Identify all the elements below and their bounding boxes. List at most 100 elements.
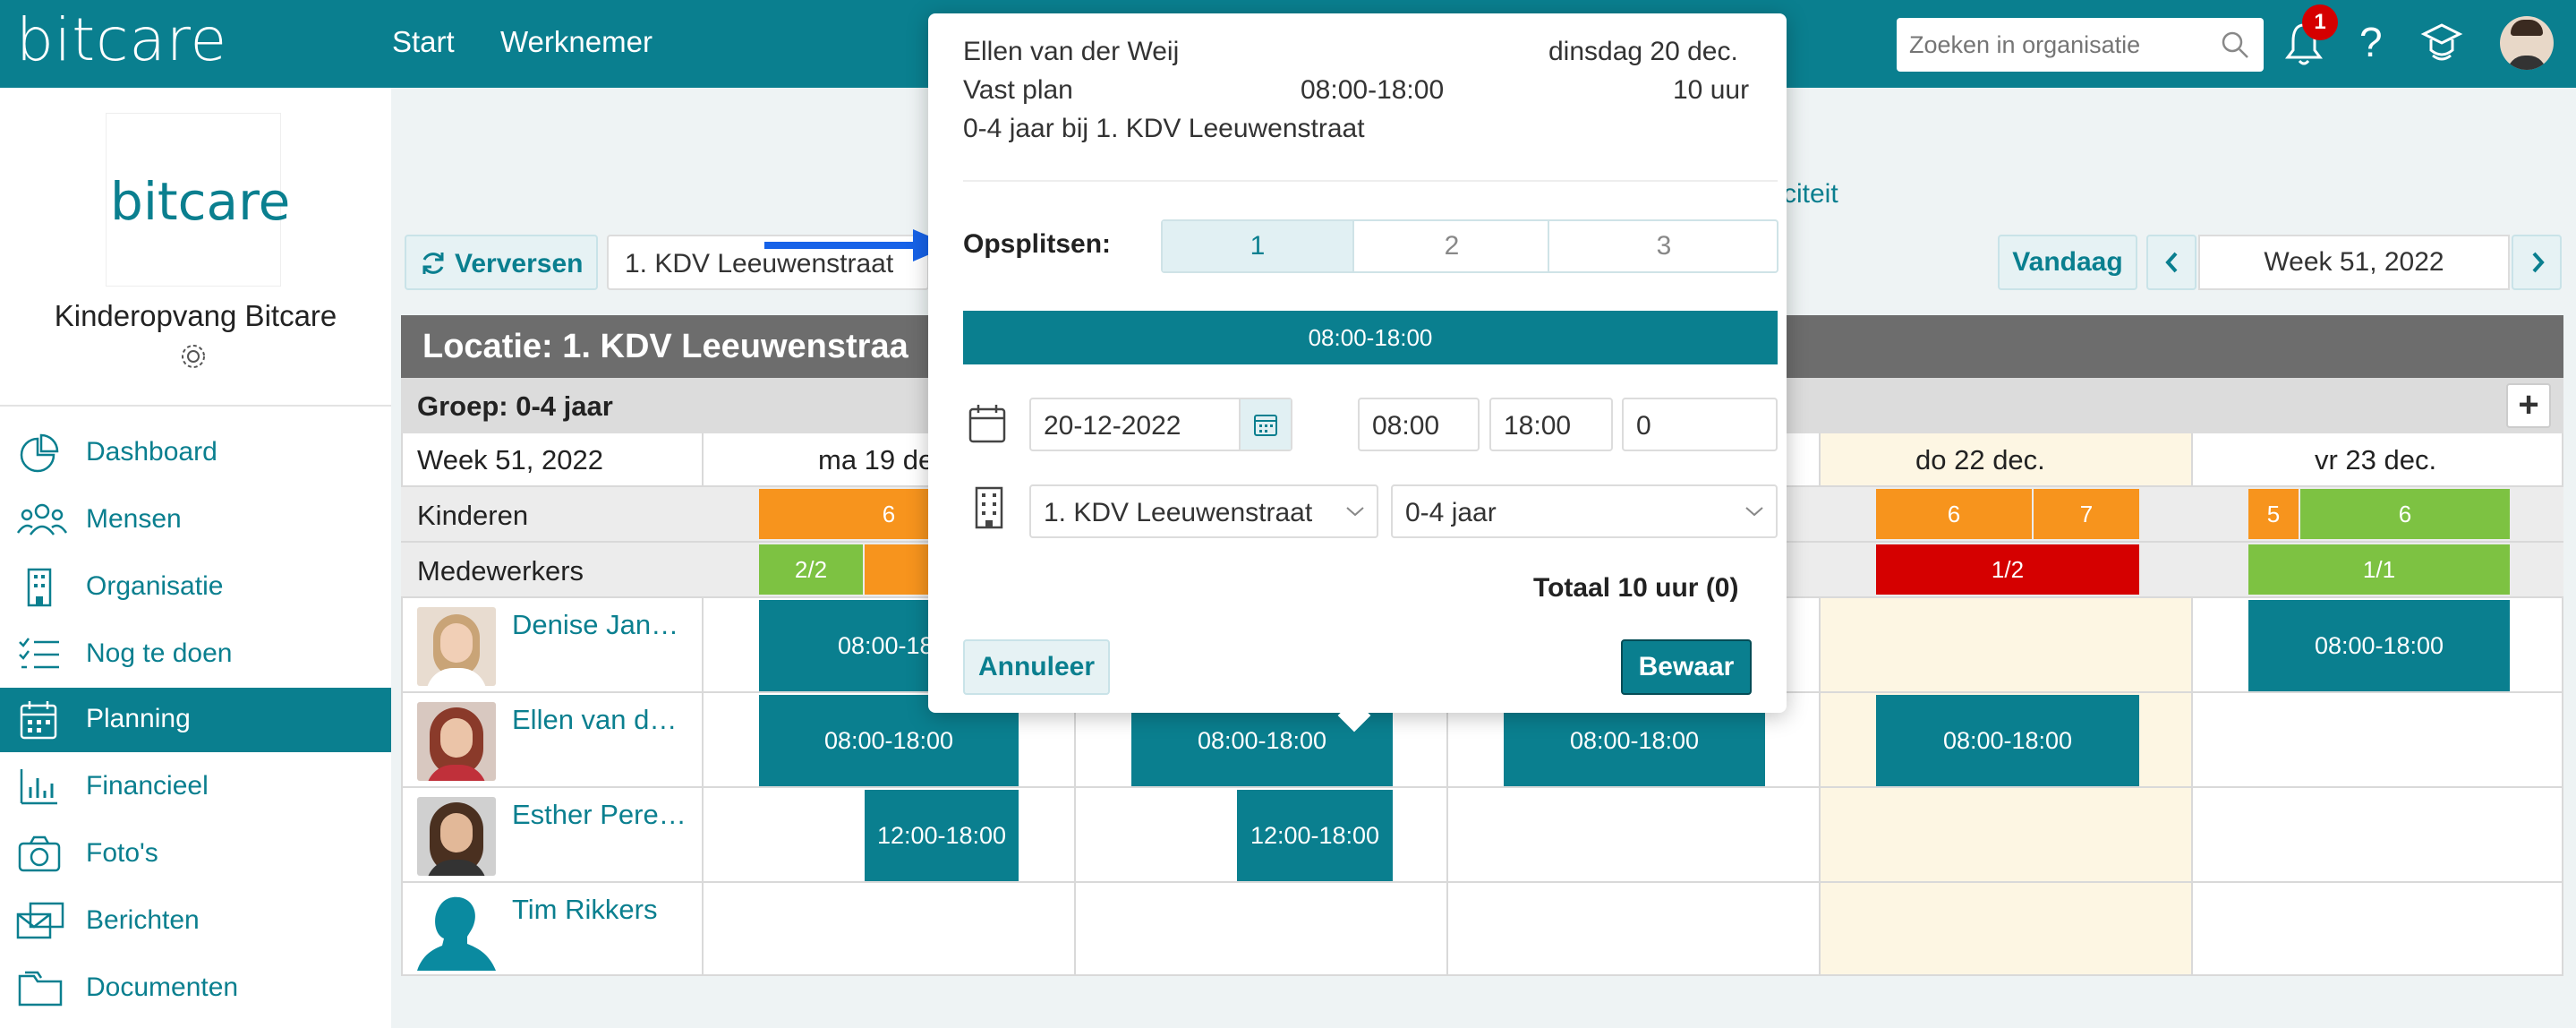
- help-icon[interactable]: ?: [2359, 18, 2383, 66]
- end-time-value: 18:00: [1504, 411, 1572, 441]
- medewerkers-ratio-thu[interactable]: 1/2: [1876, 544, 2139, 595]
- date-picker-button[interactable]: [1239, 399, 1291, 450]
- sidebar-item-documenten[interactable]: Documenten: [0, 956, 391, 1021]
- next-week-button[interactable]: [2512, 235, 2562, 290]
- week-label: Week 51, 2022: [417, 444, 603, 475]
- sidebar-item-dashboard[interactable]: Dashboard: [0, 421, 391, 485]
- chevron-down-icon: [1745, 507, 1763, 517]
- today-button[interactable]: Vandaag: [1998, 235, 2137, 290]
- org-logo: bitcare: [110, 171, 291, 232]
- shift-block[interactable]: 08:00-18:00: [1876, 695, 2139, 786]
- graduation-cap-icon[interactable]: [2420, 20, 2463, 66]
- messages-icon: [16, 902, 64, 939]
- kinderen-count-fri-am[interactable]: 5: [2248, 489, 2299, 539]
- split-option-1[interactable]: 1: [1163, 221, 1354, 271]
- week-label-cell: Week 51, 2022: [401, 433, 704, 487]
- building-icon: [975, 486, 1003, 529]
- break-field[interactable]: 0: [1622, 398, 1778, 451]
- sidebar-item-berichten[interactable]: Berichten: [0, 889, 391, 954]
- prev-week-button[interactable]: [2146, 235, 2196, 290]
- day-header-thu: do 22 dec.: [1821, 433, 2193, 487]
- user-avatar[interactable]: [2500, 16, 2554, 70]
- dashboard-icon: [20, 433, 59, 473]
- shift-block[interactable]: 12:00-18:00: [865, 790, 1019, 881]
- avatar: [417, 702, 496, 781]
- group-title: Groep: 0-4 jaar: [417, 390, 613, 422]
- popup-hours: 10 uur: [1673, 75, 1750, 105]
- search-box[interactable]: [1897, 18, 2264, 72]
- shift-edit-popup: Ellen van der Weij dinsdag 20 dec. Vast …: [928, 13, 1787, 713]
- chevron-down-icon: [1346, 507, 1364, 517]
- day-label: do 22 dec.: [1915, 444, 2045, 475]
- medewerkers-ratio-fri[interactable]: 1/1: [2248, 544, 2510, 595]
- search-input[interactable]: [1909, 25, 2205, 64]
- gear-icon[interactable]: [179, 342, 208, 371]
- nav-werknemer[interactable]: Werknemer: [500, 25, 653, 59]
- camera-icon: [18, 835, 61, 872]
- sidebar-item-mensen[interactable]: Mensen: [0, 488, 391, 553]
- employee-name[interactable]: Tim Rikkers: [512, 894, 657, 926]
- split-option-3[interactable]: 3: [1551, 221, 1777, 271]
- popup-employee: Ellen van der Weij: [963, 37, 1180, 66]
- sidebar-item-fotos[interactable]: Foto's: [0, 822, 391, 887]
- break-value: 0: [1636, 411, 1651, 441]
- app-logo[interactable]: bitcare: [16, 5, 227, 74]
- bar-chart-icon: [20, 769, 57, 805]
- cancel-button[interactable]: Annuleer: [963, 639, 1110, 695]
- group-dropdown[interactable]: 0-4 jaar: [1391, 484, 1778, 538]
- refresh-icon: [422, 253, 444, 274]
- split-label: Opsplitsen:: [963, 229, 1112, 259]
- notification-badge: 1: [2302, 4, 2338, 40]
- date-value: 20-12-2022: [1044, 411, 1181, 441]
- popup-divider: [963, 180, 1778, 182]
- date-field[interactable]: 20-12-2022: [1029, 398, 1292, 451]
- start-time-field[interactable]: 08:00: [1358, 398, 1480, 451]
- chevron-left-icon: [2165, 252, 2178, 273]
- popup-group: 0-4 jaar bij 1. KDV Leeuwenstraat: [963, 114, 1365, 143]
- folder-icon: [18, 971, 63, 1007]
- medewerkers-label: Medewerkers: [417, 555, 584, 587]
- building-icon: [27, 568, 52, 607]
- split-option-2[interactable]: 2: [1356, 221, 1549, 271]
- employee-name[interactable]: Esther Pere…: [512, 799, 687, 831]
- employee-name[interactable]: Ellen van d…: [512, 704, 677, 736]
- avatar: [417, 896, 496, 971]
- sidebar-item-financieel[interactable]: Financieel: [0, 755, 391, 819]
- total-hours: Totaal 10 uur (0): [1533, 573, 1739, 603]
- sidebar-item-planning[interactable]: Planning: [0, 688, 391, 752]
- popup-date: dinsdag 20 dec.: [1548, 37, 1738, 66]
- start-time-value: 08:00: [1372, 411, 1440, 441]
- shift-block[interactable]: 12:00-18:00: [1237, 790, 1393, 881]
- sidebar-item-nog-te-doen[interactable]: Nog te doen: [0, 622, 391, 687]
- popup-time: 08:00-18:00: [1301, 75, 1445, 105]
- group-dropdown-value: 0-4 jaar: [1405, 498, 1497, 527]
- sidebar-item-label: Planning: [86, 704, 191, 733]
- split-segment-bar[interactable]: 08:00-18:00: [963, 311, 1778, 364]
- kinderen-count-thu-pm[interactable]: 7: [2034, 489, 2139, 539]
- location-dropdown-value: 1. KDV Leeuwenstraat: [1044, 498, 1313, 527]
- nav-start[interactable]: Start: [392, 25, 455, 59]
- kinderen-count-fri-pm[interactable]: 6: [2300, 489, 2510, 539]
- location-dropdown[interactable]: 1. KDV Leeuwenstraat: [1029, 484, 1378, 538]
- people-icon: [16, 503, 68, 535]
- split-selector: 1 2 3: [1161, 219, 1778, 273]
- arrow-annotation-icon: [764, 229, 951, 261]
- tab-capaciteit[interactable]: citeit: [1783, 179, 1838, 210]
- checklist-icon: [19, 638, 59, 669]
- day-label: vr 23 dec.: [2315, 444, 2437, 475]
- medewerkers-ratio-mon[interactable]: 2/2: [759, 544, 863, 595]
- save-button[interactable]: Bewaar: [1621, 639, 1752, 695]
- kinderen-count-thu-am[interactable]: 6: [1876, 489, 2032, 539]
- chevron-right-icon: [2532, 252, 2545, 273]
- calendar-icon: [968, 405, 1006, 443]
- refresh-button[interactable]: Verversen: [405, 235, 598, 290]
- sidebar-item-label: Dashboard: [86, 437, 218, 467]
- sidebar-item-organisatie[interactable]: Organisatie: [0, 555, 391, 620]
- avatar: [417, 607, 496, 686]
- end-time-field[interactable]: 18:00: [1489, 398, 1613, 451]
- day-label: ma 19 de: [818, 444, 934, 475]
- shift-block[interactable]: 08:00-18:00: [2248, 600, 2510, 691]
- add-button[interactable]: +: [2506, 383, 2551, 428]
- search-icon[interactable]: [2221, 30, 2249, 59]
- employee-name[interactable]: Denise Jan…: [512, 609, 678, 641]
